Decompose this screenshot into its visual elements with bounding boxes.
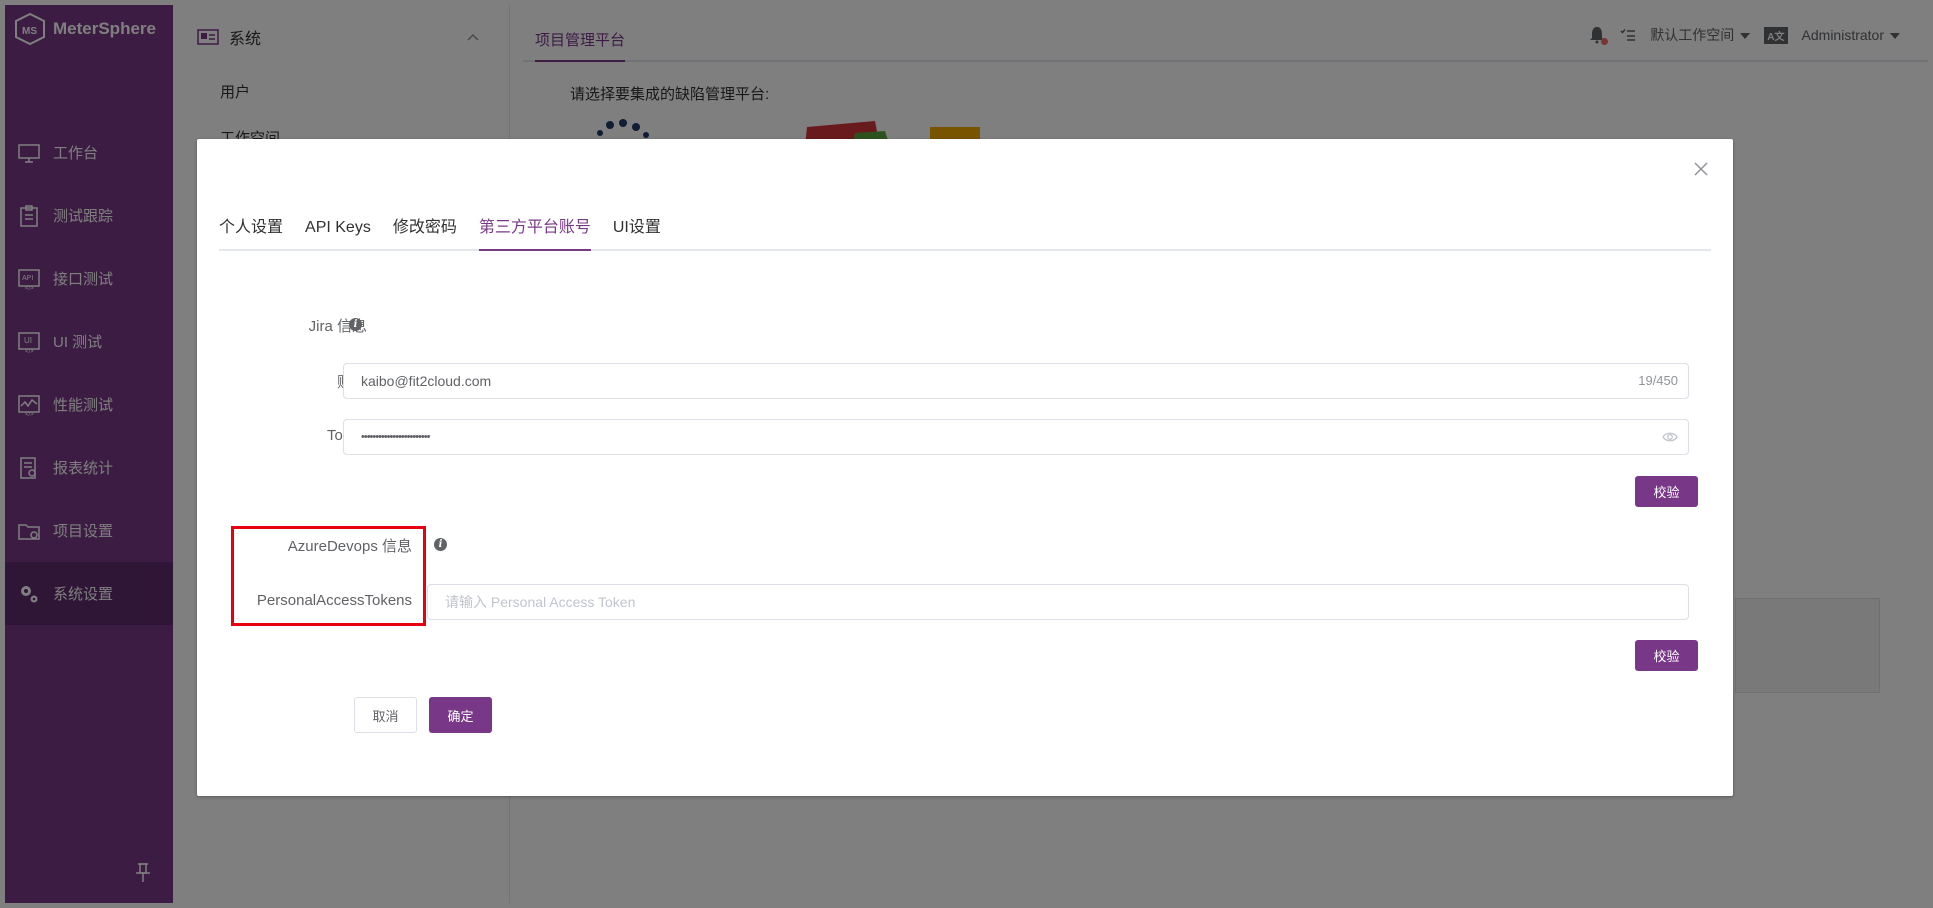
close-icon[interactable] [1693,161,1709,177]
jira-account-value: kaibo@fit2cloud.com [361,373,492,389]
cancel-button[interactable]: 取消 [354,697,417,733]
info-icon[interactable]: i [349,318,362,331]
jira-verify-button[interactable]: 校验 [1635,476,1698,507]
info-icon[interactable]: i [434,538,447,551]
tab-api-keys[interactable]: API Keys [305,219,371,251]
tab-personal-settings[interactable]: 个人设置 [219,219,283,251]
jira-account-input[interactable]: kaibo@fit2cloud.com 19/450 [343,363,1689,399]
tab-change-password[interactable]: 修改密码 [393,219,457,251]
azure-verify-button[interactable]: 校验 [1635,640,1698,671]
azure-pat-input[interactable]: 请输入 Personal Access Token [427,584,1689,620]
jira-token-value: •••••••••••••••••••••••• [361,431,430,443]
jira-account-char-count: 19/450 [1638,373,1678,388]
highlight-annotation-box [231,526,426,626]
tab-third-party-accounts[interactable]: 第三方平台账号 [478,219,591,251]
personal-info-dialog: 个人设置 API Keys 修改密码 第三方平台账号 UI设置 Jira 信息 … [197,139,1733,796]
azure-pat-placeholder: 请输入 Personal Access Token [445,594,636,610]
jira-token-input[interactable]: •••••••••••••••••••••••• [343,419,1689,455]
eye-icon[interactable] [1662,430,1678,444]
confirm-button[interactable]: 确定 [429,697,492,733]
tab-ui-settings[interactable]: UI设置 [613,219,661,251]
dialog-tabs: 个人设置 API Keys 修改密码 第三方平台账号 UI设置 [219,219,1711,251]
